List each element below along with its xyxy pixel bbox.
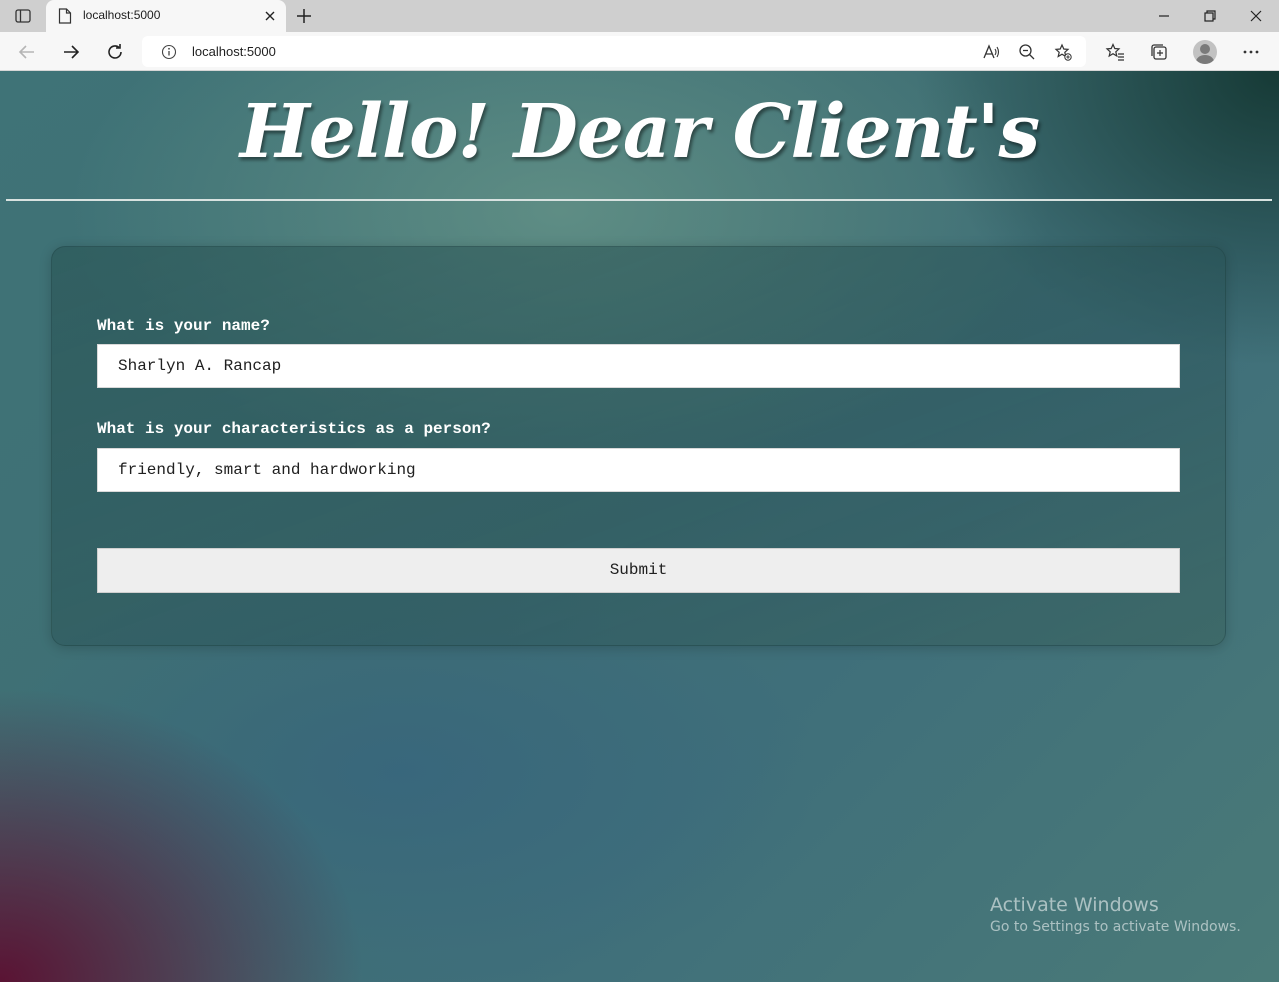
back-icon[interactable]: [16, 41, 38, 63]
client-form: What is your name? Sharlyn A. Rancap Wha…: [51, 246, 1226, 646]
site-info-icon[interactable]: [161, 44, 177, 65]
watermark-title: Activate Windows: [990, 894, 1159, 916]
close-tab-icon[interactable]: [264, 9, 276, 27]
refresh-icon[interactable]: [104, 41, 126, 63]
watermark-subtitle: Go to Settings to activate Windows.: [990, 919, 1241, 935]
address-bar[interactable]: localhost:5000: [142, 36, 1086, 67]
page-heading: Hello! Dear Client's: [239, 89, 1040, 175]
url-text: localhost:5000: [192, 44, 276, 59]
collections-icon[interactable]: [1149, 42, 1169, 62]
close-window-icon[interactable]: [1248, 8, 1264, 24]
name-input[interactable]: Sharlyn A. Rancap: [97, 344, 1180, 388]
new-tab-icon[interactable]: [294, 6, 314, 26]
minimize-icon[interactable]: [1156, 8, 1172, 24]
characteristics-label: What is your characteristics as a person…: [97, 420, 491, 438]
forward-icon[interactable]: [60, 41, 82, 63]
characteristics-input[interactable]: friendly, smart and hardworking: [97, 448, 1180, 492]
browser-tab[interactable]: localhost:5000: [46, 0, 286, 32]
tab-bar: localhost:5000: [0, 0, 1279, 32]
add-favorite-icon[interactable]: [1054, 43, 1072, 61]
profile-icon[interactable]: [1193, 40, 1217, 64]
page-favicon-icon: [58, 8, 72, 29]
more-icon[interactable]: [1241, 42, 1261, 62]
tab-actions-icon[interactable]: [10, 6, 36, 26]
tab-title: localhost:5000: [83, 8, 161, 22]
restore-icon[interactable]: [1202, 8, 1218, 24]
page-viewport: Hello! Dear Client's What is your name? …: [0, 71, 1279, 982]
submit-button[interactable]: Submit: [97, 548, 1180, 593]
browser-toolbar: localhost:5000: [0, 32, 1279, 71]
favorites-icon[interactable]: [1105, 42, 1125, 62]
heading-divider: [6, 199, 1272, 201]
read-aloud-icon[interactable]: [982, 43, 1000, 61]
activate-windows-watermark: Activate Windows Go to Settings to activ…: [990, 894, 1241, 935]
zoom-out-icon[interactable]: [1018, 43, 1036, 61]
name-label: What is your name?: [97, 317, 270, 335]
